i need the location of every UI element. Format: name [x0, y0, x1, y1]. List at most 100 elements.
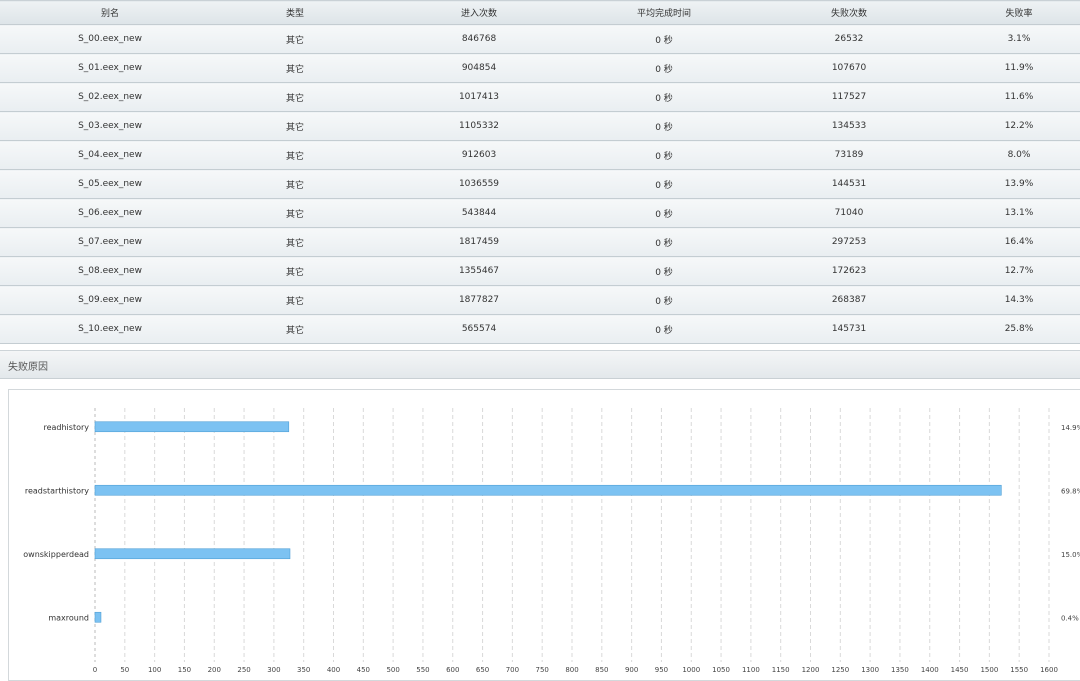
x-tick-label: 500	[386, 666, 399, 674]
table-cell-type: 其它	[220, 24, 370, 54]
table-cell-avg-time: 0 秒	[588, 24, 740, 54]
failure-reason-chart: 0 50 100 150 200 250 300 350 400 450 500 550 600 650 7…	[23, 408, 1080, 674]
table-cell-fail-rate: 25.8%	[958, 314, 1080, 344]
table-cell-alias: S_08.eex_new	[0, 256, 220, 286]
failure-reason-chart-panel: 0 50 100 150 200 250 300 350 400 450 500 550 600 650 7…	[8, 389, 1080, 681]
x-tick-label: 50	[120, 666, 129, 674]
table-row: S_02.eex_new 其它 1017413 0 秒 117527 11.6%	[0, 82, 1080, 112]
table-cell-entry-count: 1355467	[370, 256, 588, 286]
section-title: 失败原因	[8, 362, 48, 373]
column-header-fail-rate[interactable]: 失败率	[958, 0, 1080, 25]
table-cell-fail-count: 297253	[740, 227, 958, 257]
table-cell-fail-count: 107670	[740, 53, 958, 83]
table-cell-fail-rate: 12.7%	[958, 256, 1080, 286]
table-cell-avg-time: 0 秒	[588, 256, 740, 286]
table-cell-avg-time: 0 秒	[588, 53, 740, 83]
x-tick-label: 1000	[682, 666, 700, 674]
x-tick-label: 200	[208, 666, 221, 674]
table-row: S_01.eex_new 其它 904854 0 秒 107670 11.9%	[0, 53, 1080, 83]
table-cell-entry-count: 1017413	[370, 82, 588, 112]
table-cell-type: 其它	[220, 256, 370, 286]
x-tick-label: 650	[476, 666, 489, 674]
table-cell-fail-rate: 8.0%	[958, 140, 1080, 170]
x-tick-label: 600	[446, 666, 459, 674]
x-tick-label: 300	[267, 666, 280, 674]
failure-reason-section-header: 失败原因	[0, 350, 1080, 379]
table-cell-type: 其它	[220, 169, 370, 199]
table-cell-type: 其它	[220, 140, 370, 170]
table-cell-alias: S_05.eex_new	[0, 169, 220, 199]
table-cell-fail-rate: 11.9%	[958, 53, 1080, 83]
table-cell-fail-rate: 11.6%	[958, 82, 1080, 112]
x-tick-label: 150	[178, 666, 191, 674]
x-tick-label: 1300	[861, 666, 879, 674]
table-cell-fail-rate: 13.1%	[958, 198, 1080, 228]
table-cell-alias: S_06.eex_new	[0, 198, 220, 228]
table-cell-avg-time: 0 秒	[588, 169, 740, 199]
table-cell-type: 其它	[220, 314, 370, 344]
stats-table: 别名 类型 进入次数 平均完成时间 失败次数 失败率 S_00.eex_new 其它 8467…	[0, 0, 1080, 344]
bar-ownskipperdead	[94, 548, 291, 560]
table-cell-fail-count: 26532	[740, 24, 958, 54]
x-tick-label: 250	[237, 666, 250, 674]
category-label: readhistory	[43, 423, 89, 432]
table-row: S_10.eex_new 其它 565574 0 秒 145731 25.8%	[0, 314, 1080, 344]
x-tick-label: 1450	[951, 666, 969, 674]
x-tick-label: 100	[148, 666, 161, 674]
category-label: maxround	[48, 613, 89, 622]
x-tick-label: 1600	[1040, 666, 1058, 674]
x-tick-label: 900	[625, 666, 638, 674]
table-cell-fail-count: 71040	[740, 198, 958, 228]
table-cell-alias: S_04.eex_new	[0, 140, 220, 170]
table-row: S_09.eex_new 其它 1877827 0 秒 268387 14.3%	[0, 285, 1080, 315]
table-cell-entry-count: 1817459	[370, 227, 588, 257]
x-tick-label: 400	[327, 666, 340, 674]
table-row: S_00.eex_new 其它 846768 0 秒 26532 3.1%	[0, 24, 1080, 54]
column-header-alias[interactable]: 别名	[0, 0, 220, 25]
table-cell-fail-rate: 3.1%	[958, 24, 1080, 54]
x-tick-label: 1100	[742, 666, 760, 674]
table-cell-entry-count: 904854	[370, 53, 588, 83]
x-tick-label: 1250	[831, 666, 849, 674]
x-tick-label: 1150	[772, 666, 790, 674]
x-tick-label: 0	[93, 666, 97, 674]
column-header-entry-count[interactable]: 进入次数	[370, 0, 588, 25]
percent-label: 0.4%	[1061, 614, 1079, 622]
table-header-row: 别名 类型 进入次数 平均完成时间 失败次数 失败率	[0, 0, 1080, 25]
x-tick-label: 1500	[980, 666, 998, 674]
table-cell-entry-count: 912603	[370, 140, 588, 170]
column-header-avg-time[interactable]: 平均完成时间	[588, 0, 740, 25]
table-cell-type: 其它	[220, 198, 370, 228]
column-header-fail-count[interactable]: 失败次数	[740, 0, 958, 25]
table-cell-avg-time: 0 秒	[588, 285, 740, 315]
percent-label: 69.8%	[1061, 487, 1080, 495]
x-tick-label: 850	[595, 666, 608, 674]
table-cell-entry-count: 543844	[370, 198, 588, 228]
table-body: S_00.eex_new 其它 846768 0 秒 26532 3.1% S_01.eex…	[0, 24, 1080, 344]
category-label: ownskipperdead	[23, 550, 89, 559]
table-cell-fail-count: 145731	[740, 314, 958, 344]
table-cell-type: 其它	[220, 53, 370, 83]
table-cell-avg-time: 0 秒	[588, 82, 740, 112]
column-header-type[interactable]: 类型	[220, 0, 370, 25]
table-cell-entry-count: 1036559	[370, 169, 588, 199]
bar-maxround	[94, 611, 102, 623]
table-cell-alias: S_10.eex_new	[0, 314, 220, 344]
table-cell-entry-count: 846768	[370, 24, 588, 54]
table-cell-avg-time: 0 秒	[588, 198, 740, 228]
percent-label: 14.9%	[1061, 424, 1080, 432]
table-row: S_05.eex_new 其它 1036559 0 秒 144531 13.9%	[0, 169, 1080, 199]
category-label: readstarthistory	[25, 486, 89, 495]
x-tick-label: 450	[357, 666, 370, 674]
table-row: S_04.eex_new 其它 912603 0 秒 73189 8.0%	[0, 140, 1080, 170]
table-cell-fail-count: 144531	[740, 169, 958, 199]
table-cell-type: 其它	[220, 111, 370, 141]
table-row: S_03.eex_new 其它 1105332 0 秒 134533 12.2%	[0, 111, 1080, 141]
table-cell-alias: S_07.eex_new	[0, 227, 220, 257]
table-cell-type: 其它	[220, 285, 370, 315]
table-cell-type: 其它	[220, 82, 370, 112]
x-tick-label: 1200	[802, 666, 820, 674]
table-row: S_06.eex_new 其它 543844 0 秒 71040 13.1%	[0, 198, 1080, 228]
table-cell-fail-count: 268387	[740, 285, 958, 315]
table-cell-fail-rate: 16.4%	[958, 227, 1080, 257]
